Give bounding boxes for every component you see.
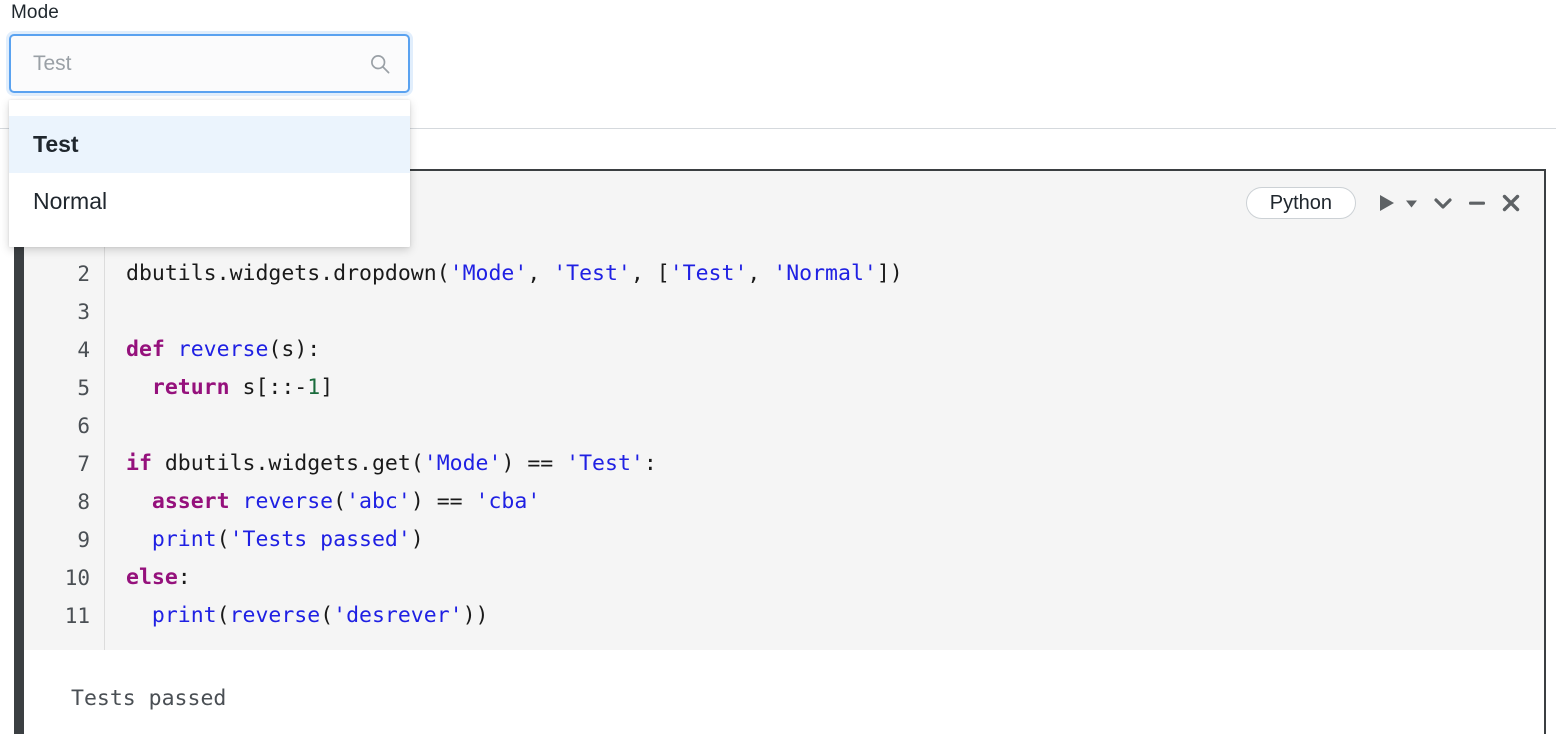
minimize-icon[interactable] [1460, 186, 1494, 220]
line-number: 8 [77, 490, 90, 514]
line-number: 11 [64, 604, 90, 628]
code-line[interactable] [126, 293, 1544, 331]
code-line[interactable]: return s[::-1] [126, 369, 1544, 407]
cell-output: Tests passed [24, 650, 1544, 734]
cell-toolbar: Python [1245, 184, 1528, 222]
code-line[interactable] [126, 407, 1544, 445]
run-icon[interactable] [1374, 186, 1400, 220]
cell-body: Python 2 3 4 5 6 7 8 9 10 11 dbutils.wid… [24, 171, 1544, 734]
code-line[interactable]: dbutils.widgets.dropdown('Mode', 'Test',… [126, 255, 1544, 293]
line-number: 6 [77, 414, 90, 438]
dropdown-option-test[interactable]: Test [9, 116, 410, 173]
chevron-down-icon[interactable] [1426, 186, 1460, 220]
run-cell-button[interactable] [1374, 186, 1420, 220]
dropdown-option-normal[interactable]: Normal [9, 173, 410, 230]
mode-search-input[interactable] [11, 36, 408, 91]
language-badge-python[interactable]: Python [1245, 187, 1356, 219]
code-line[interactable]: assert reverse('abc') == 'cba' [126, 483, 1544, 521]
run-dropdown-caret-icon[interactable] [1402, 186, 1420, 220]
code-line[interactable]: print('Tests passed') [126, 521, 1544, 559]
line-number: 7 [77, 452, 90, 476]
widget-label-mode: Mode [11, 2, 59, 23]
output-text: Tests passed [71, 686, 227, 711]
line-number: 5 [77, 376, 90, 400]
mode-combobox[interactable] [9, 34, 410, 93]
close-icon[interactable] [1494, 186, 1528, 220]
code-line[interactable]: def reverse(s): [126, 331, 1544, 369]
line-number: 2 [77, 262, 90, 286]
cell-selection-bar [16, 171, 24, 734]
code-line[interactable]: print(reverse('desrever')) [126, 597, 1544, 635]
line-number: 9 [77, 528, 90, 552]
code-line[interactable]: if dbutils.widgets.get('Mode') == 'Test'… [126, 445, 1544, 483]
line-number: 4 [77, 338, 90, 362]
mode-dropdown-menu[interactable]: Test Normal [9, 100, 410, 247]
code-line[interactable]: else: [126, 559, 1544, 597]
line-number: 10 [64, 566, 90, 590]
notebook-cell: Python 2 3 4 5 6 7 8 9 10 11 dbutils.wid… [14, 169, 1546, 734]
line-number: 3 [77, 300, 90, 324]
